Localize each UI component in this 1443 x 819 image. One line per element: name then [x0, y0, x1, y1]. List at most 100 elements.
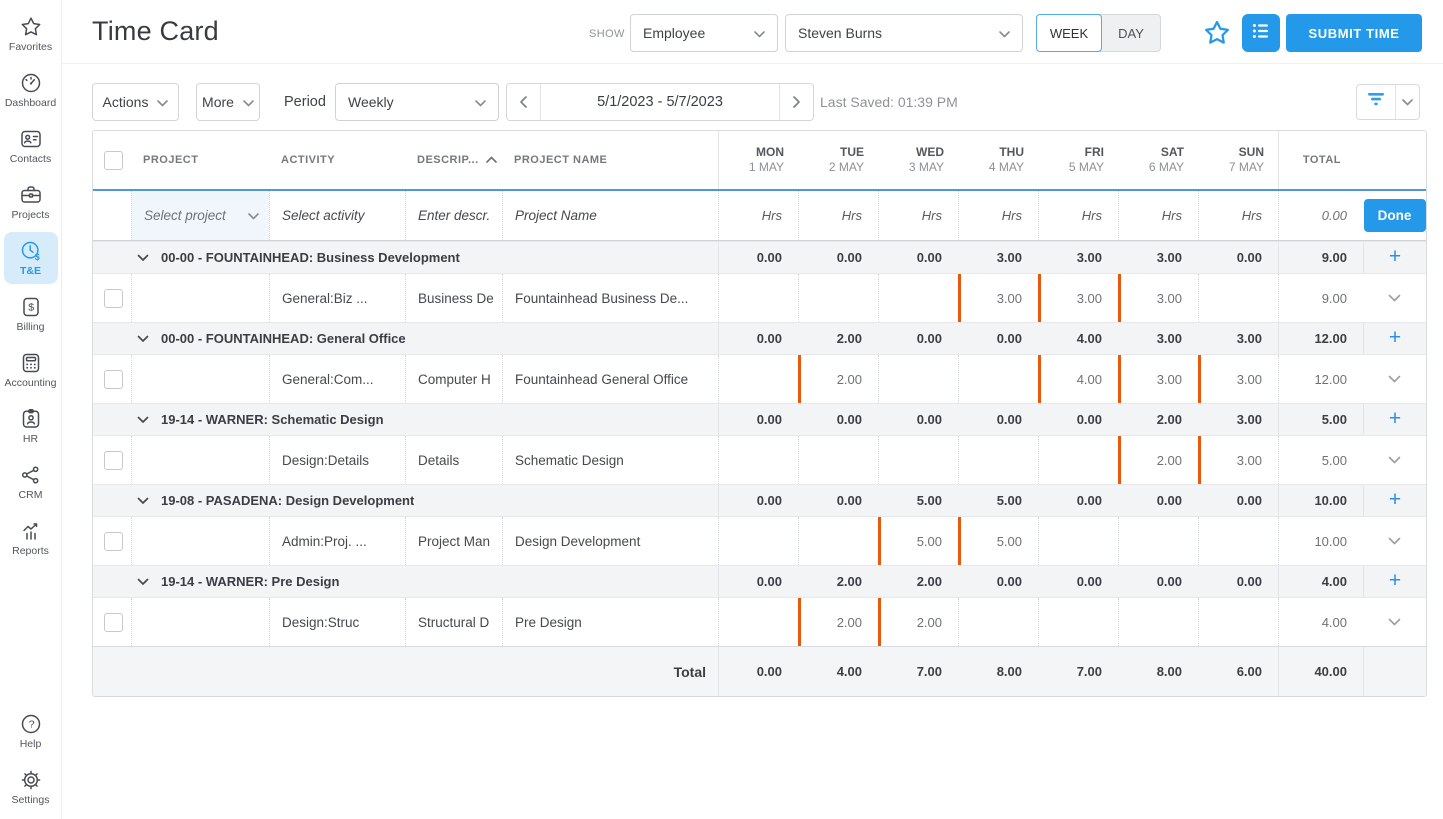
filter-button[interactable] — [1357, 85, 1395, 119]
group-toggle[interactable]: 00-00 - FOUNTAINHEAD: Business Developme… — [93, 242, 718, 273]
group-toggle[interactable]: 19-14 - WARNER: Pre Design — [93, 566, 718, 597]
entry-hours-cell[interactable]: 4.00 — [1038, 355, 1118, 403]
entry-hours-cell[interactable] — [1198, 274, 1278, 322]
entry-description[interactable]: Details — [405, 436, 502, 484]
sidebar-item-hr[interactable]: HR — [4, 400, 58, 452]
entry-hours-cell[interactable]: 3.00 — [1198, 436, 1278, 484]
entry-project-name[interactable]: Design Development — [502, 517, 718, 565]
entry-hours-cell[interactable] — [958, 355, 1038, 403]
entry-hours-cell[interactable] — [958, 436, 1038, 484]
row-checkbox[interactable] — [104, 451, 123, 470]
entry-hours-cell[interactable]: 3.00 — [1198, 355, 1278, 403]
select-all-checkbox[interactable] — [104, 151, 123, 170]
previous-period-button[interactable] — [507, 84, 540, 120]
column-header-project[interactable]: PROJECT — [131, 131, 269, 189]
entry-hours-cell[interactable] — [718, 274, 798, 322]
entry-hours-cell[interactable] — [958, 598, 1038, 646]
group-toggle[interactable]: 19-14 - WARNER: Schematic Design — [93, 404, 718, 435]
entry-description[interactable]: Business De — [405, 274, 502, 322]
sidebar-item-reports[interactable]: Reports — [4, 512, 58, 564]
favorite-star-icon[interactable] — [1202, 18, 1232, 48]
period-select[interactable]: Weekly — [335, 83, 499, 121]
sidebar-item-t-e[interactable]: $T&E — [4, 232, 58, 284]
column-header-description[interactable]: DESCRIP... — [405, 131, 502, 189]
add-entry-button[interactable]: + — [1363, 404, 1426, 435]
add-entry-button[interactable]: + — [1363, 485, 1426, 516]
entry-hours-cell[interactable]: 5.00 — [878, 517, 958, 565]
row-checkbox[interactable] — [104, 532, 123, 551]
entry-hours-cell[interactable] — [798, 436, 878, 484]
entry-activity[interactable]: General:Biz ... — [269, 274, 405, 322]
entry-activity[interactable]: Admin:Proj. ... — [269, 517, 405, 565]
submit-time-button[interactable]: SUBMIT TIME — [1286, 14, 1422, 52]
date-range-value[interactable]: 5/1/2023 - 5/7/2023 — [540, 84, 780, 120]
entry-hours-cell[interactable] — [1198, 517, 1278, 565]
expand-row-button[interactable] — [1363, 598, 1426, 646]
description-field[interactable]: Enter descr. — [405, 191, 502, 240]
sidebar-item-billing[interactable]: $Billing — [4, 288, 58, 340]
entry-hours-cell[interactable] — [1118, 517, 1198, 565]
entry-hours-cell[interactable]: 5.00 — [958, 517, 1038, 565]
actions-menu-button[interactable]: Actions — [92, 83, 179, 121]
entry-hours-cell[interactable] — [718, 355, 798, 403]
column-header-activity[interactable]: ACTIVITY — [269, 131, 405, 189]
entry-activity[interactable]: Design:Struc — [269, 598, 405, 646]
done-button[interactable]: Done — [1364, 199, 1426, 232]
filter-dropdown-button[interactable] — [1395, 85, 1419, 119]
row-checkbox[interactable] — [104, 370, 123, 389]
hours-input[interactable]: Hrs — [958, 191, 1038, 240]
sidebar-item-crm[interactable]: CRM — [4, 456, 58, 508]
expand-row-button[interactable] — [1363, 355, 1426, 403]
entry-description[interactable]: Project Man — [405, 517, 502, 565]
entry-hours-cell[interactable] — [1038, 436, 1118, 484]
add-entry-button[interactable]: + — [1363, 323, 1426, 354]
week-toggle-button[interactable]: WEEK — [1036, 14, 1102, 52]
entry-hours-cell[interactable]: 3.00 — [958, 274, 1038, 322]
entry-hours-cell[interactable] — [798, 517, 878, 565]
employee-select[interactable]: Steven Burns — [785, 14, 1023, 52]
entry-hours-cell[interactable] — [878, 274, 958, 322]
sidebar-item-dashboard[interactable]: Dashboard — [4, 64, 58, 116]
entry-hours-cell[interactable]: 3.00 — [1038, 274, 1118, 322]
entry-hours-cell[interactable] — [1118, 598, 1198, 646]
hours-input[interactable]: Hrs — [1118, 191, 1198, 240]
group-toggle[interactable]: 00-00 - FOUNTAINHEAD: General Office — [93, 323, 718, 354]
entry-hours-cell[interactable] — [1038, 598, 1118, 646]
sidebar-item-contacts[interactable]: Contacts — [4, 120, 58, 172]
row-checkbox[interactable] — [104, 289, 123, 308]
group-toggle[interactable]: 19-08 - PASADENA: Design Development — [93, 485, 718, 516]
sidebar-item-settings[interactable]: Settings — [4, 761, 58, 813]
entry-project-name[interactable]: Fountainhead Business De... — [502, 274, 718, 322]
hours-input[interactable]: Hrs — [798, 191, 878, 240]
sidebar-item-help[interactable]: ?Help — [4, 705, 58, 757]
entry-activity[interactable]: General:Com... — [269, 355, 405, 403]
sidebar-item-favorites[interactable]: Favorites — [4, 8, 58, 60]
timesheet-list-button[interactable] — [1242, 14, 1280, 52]
project-name-field[interactable]: Project Name — [502, 191, 718, 240]
entry-hours-cell[interactable] — [878, 436, 958, 484]
entry-hours-cell[interactable]: 2.00 — [1118, 436, 1198, 484]
sidebar-item-projects[interactable]: Projects — [4, 176, 58, 228]
entry-activity[interactable]: Design:Details — [269, 436, 405, 484]
hours-input[interactable]: Hrs — [718, 191, 798, 240]
entry-project-name[interactable]: Pre Design — [502, 598, 718, 646]
entry-hours-cell[interactable] — [1038, 517, 1118, 565]
entry-hours-cell[interactable]: 2.00 — [878, 598, 958, 646]
sidebar-item-accounting[interactable]: Accounting — [4, 344, 58, 396]
entry-hours-cell[interactable] — [718, 436, 798, 484]
add-entry-button[interactable]: + — [1363, 242, 1426, 273]
entry-description[interactable]: Structural D — [405, 598, 502, 646]
select-project-dropdown[interactable]: Select project — [131, 191, 269, 240]
more-menu-button[interactable]: More — [196, 83, 260, 121]
add-entry-button[interactable]: + — [1363, 566, 1426, 597]
entry-hours-cell[interactable]: 3.00 — [1118, 274, 1198, 322]
expand-row-button[interactable] — [1363, 436, 1426, 484]
entry-hours-cell[interactable] — [798, 274, 878, 322]
expand-row-button[interactable] — [1363, 274, 1426, 322]
column-header-project-name[interactable]: PROJECT NAME — [502, 131, 718, 189]
entry-hours-cell[interactable]: 2.00 — [798, 598, 878, 646]
hours-input[interactable]: Hrs — [1198, 191, 1278, 240]
entry-hours-cell[interactable]: 3.00 — [1118, 355, 1198, 403]
row-checkbox[interactable] — [104, 613, 123, 632]
entry-hours-cell[interactable] — [1198, 598, 1278, 646]
